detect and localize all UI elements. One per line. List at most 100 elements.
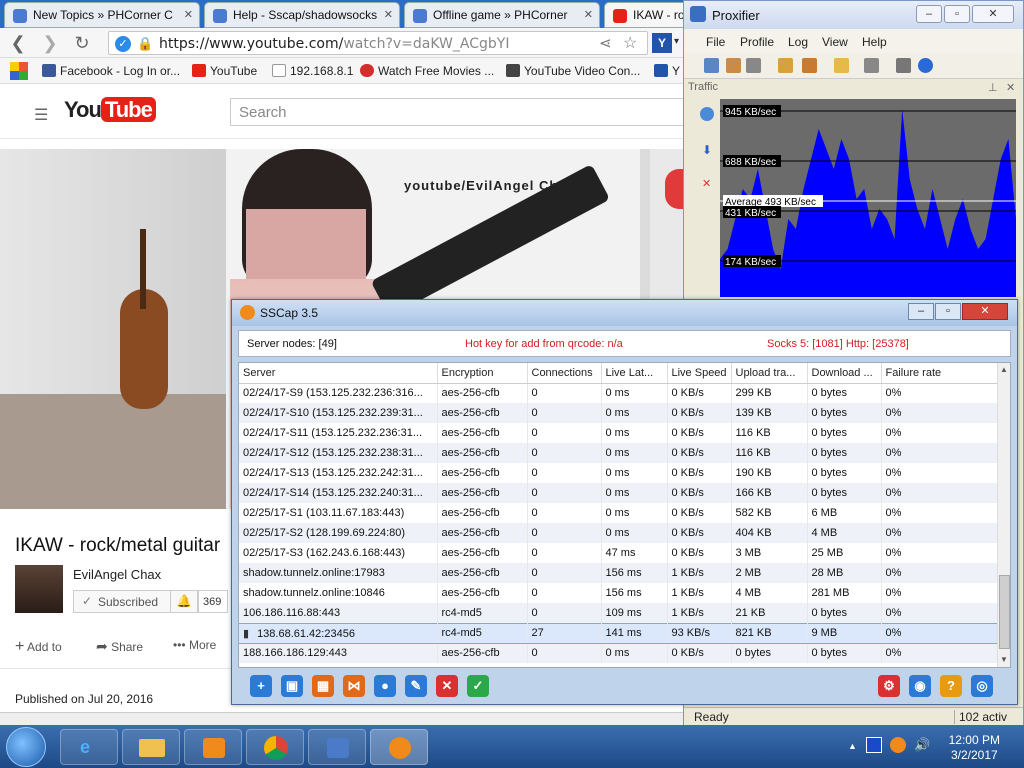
share-button[interactable]: ➦ Share (96, 638, 143, 655)
sscap-tray-icon[interactable] (890, 737, 906, 753)
server-row[interactable]: ▮ 138.68.61.42:23456 rc4-md5 27 141 ms 93 KB/… (239, 622, 998, 644)
check-icon[interactable]: ✓ (467, 675, 489, 697)
settings-icon[interactable] (864, 58, 879, 73)
extension-dropdown-icon[interactable]: ▾ (674, 36, 679, 47)
grid-icon[interactable]: ▦ (312, 675, 334, 697)
menu-help[interactable]: Help (862, 35, 887, 49)
yahoo-extension-icon[interactable]: Y (652, 33, 672, 53)
connections-icon[interactable] (704, 58, 719, 73)
column-header[interactable]: Upload tra... (731, 363, 808, 384)
volume-icon[interactable]: 🔊 (914, 737, 930, 753)
scroll-up-icon[interactable]: ▲ (1000, 365, 1008, 374)
pin-icon[interactable]: ⊥ (988, 81, 998, 94)
taskbar-chrome[interactable] (246, 729, 304, 765)
server-row[interactable]: 02/24/17-S12 (153.125.232.238:31... aes-2… (239, 443, 998, 463)
sscap-titlebar[interactable]: SSCap 3.5 (232, 300, 1017, 326)
taskbar-sscap[interactable] (370, 729, 428, 765)
column-header[interactable]: Server (239, 363, 438, 384)
bookmark-router[interactable]: 192.168.8.1 (272, 64, 353, 78)
close-panel-icon[interactable]: ✕ (1006, 81, 1015, 94)
server-row[interactable]: 02/24/17-S11 (153.125.232.236:31... aes-2… (239, 423, 998, 443)
vertical-scrollbar[interactable]: ▲ ▼ (997, 363, 1010, 667)
taskbar-internet-explorer[interactable]: e (60, 729, 118, 765)
add-to-button[interactable]: + Add to (15, 638, 62, 656)
profile-icon[interactable] (778, 58, 793, 73)
scroll-down-icon[interactable]: ▼ (1000, 655, 1008, 664)
bookmark-movies[interactable]: Watch Free Movies ... (360, 64, 494, 78)
notification-bell-icon[interactable]: 🔔 (170, 590, 198, 613)
bookmark-star-icon[interactable]: ☆ (623, 33, 637, 53)
horizontal-scrollbar[interactable] (0, 712, 690, 725)
taskbar-media-player[interactable] (184, 729, 242, 765)
reload-icon[interactable]: ↻ (70, 31, 94, 55)
scroll-thumb[interactable] (999, 575, 1010, 649)
close-tab-icon[interactable]: ✕ (584, 8, 593, 21)
settings-icon[interactable]: ⚙ (878, 675, 900, 697)
clear-icon[interactable]: ✕ (702, 177, 711, 190)
bookmark-yt-mp3[interactable]: Y (654, 64, 680, 78)
minimize-button[interactable]: – (916, 5, 942, 23)
column-header[interactable]: Failure rate (881, 363, 998, 384)
maximize-button[interactable]: ▫ (935, 303, 961, 320)
server-row[interactable]: shadow.tunnelz.online:10846 aes-256-cfb 0 1… (239, 583, 998, 603)
show-hidden-icons[interactable]: ▲ (848, 741, 857, 751)
bookmark-converter[interactable]: YouTube Video Con... (506, 64, 640, 78)
server-row[interactable]: 02/25/17-S2 (128.199.69.224:80) aes-256-c… (239, 523, 998, 543)
browser-tab[interactable]: Offline game » PHCorner ✕ (404, 2, 600, 28)
com-icon[interactable] (746, 58, 761, 73)
browser-tab-active[interactable]: IKAW - roc (604, 2, 688, 28)
download-arrow-icon[interactable]: ⬇ (702, 143, 712, 157)
bookmark-facebook[interactable]: Facebook - Log In or... (42, 64, 180, 78)
channel-name[interactable]: EvilAngel Chax (73, 567, 161, 582)
browser-tab[interactable]: New Topics » PHCorner C ✕ (4, 2, 200, 28)
more-button[interactable]: ••• More (173, 638, 216, 652)
print-icon[interactable] (896, 58, 911, 73)
lightbulb-icon[interactable]: ● (374, 675, 396, 697)
close-button[interactable]: ✕ (962, 303, 1008, 320)
globe-icon[interactable]: ◉ (909, 675, 931, 697)
start-button[interactable] (6, 727, 46, 767)
proxy-servers-icon[interactable] (834, 58, 849, 73)
network-tray-icon[interactable] (866, 737, 882, 753)
server-row[interactable]: 106.186.116.88:443 rc4-md5 0 109 ms 1 KB/s 21… (239, 603, 998, 623)
column-header[interactable]: Connections (527, 363, 602, 384)
qrcode-icon[interactable]: ▣ (281, 675, 303, 697)
add-server-icon[interactable]: + (250, 675, 272, 697)
server-row[interactable]: 188.166.186.129:443 aes-256-cfb 0 0 ms 0 KB/… (239, 643, 998, 663)
rules-icon[interactable] (802, 58, 817, 73)
taskbar-proxifier[interactable] (308, 729, 366, 765)
server-row[interactable]: 02/25/17-S3 (162.243.6.168:443) aes-256-c… (239, 543, 998, 563)
server-row[interactable]: 02/24/17-S13 (153.125.232.242:31... aes-2… (239, 463, 998, 483)
channel-avatar[interactable] (15, 565, 63, 613)
server-row[interactable]: 02/24/17-S9 (153.125.232.236:316... aes-2… (239, 383, 998, 403)
apps-grid-icon[interactable] (10, 62, 28, 80)
bookmark-youtube[interactable]: YouTube (192, 64, 257, 78)
system-clock[interactable]: 12:00 PM 3/2/2017 (949, 733, 1000, 763)
browser-tab[interactable]: Help - Sscap/shadowsocks ✕ (204, 2, 400, 28)
clock-icon[interactable] (700, 107, 714, 121)
youtube-logo[interactable]: You Tube (64, 97, 156, 127)
close-tab-icon[interactable]: ✕ (384, 8, 393, 21)
minimize-button[interactable]: – (908, 303, 934, 320)
close-button[interactable]: ✕ (972, 5, 1014, 23)
column-header[interactable]: Live Speed (667, 363, 732, 384)
server-row[interactable]: 02/24/17-S14 (153.125.232.240:31... aes-2… (239, 483, 998, 503)
back-arrow-icon[interactable]: ❮ (6, 31, 30, 55)
menu-file[interactable]: File (706, 35, 725, 49)
edit-icon[interactable]: ✎ (405, 675, 427, 697)
search-input[interactable]: Search (230, 98, 690, 126)
column-header[interactable]: Encryption (437, 363, 528, 384)
server-row[interactable]: 02/24/17-S10 (153.125.232.239:31... aes-2… (239, 403, 998, 423)
taskbar-explorer[interactable] (122, 729, 180, 765)
column-header[interactable]: Live Lat... (601, 363, 668, 384)
menu-view[interactable]: View (822, 35, 848, 49)
server-row[interactable]: 02/25/17-S1 (103.11.67.183:443) aes-256-c… (239, 503, 998, 523)
share-icon[interactable]: ⋈ (343, 675, 365, 697)
address-bar[interactable]: ✓ 🔒 https://www.youtube.com/watch?v=daKW… (108, 31, 648, 55)
share-icon[interactable]: ⋖ (599, 34, 612, 52)
menu-profile[interactable]: Profile (740, 35, 774, 49)
hamburger-menu-icon[interactable]: ☰ (34, 105, 48, 125)
help-icon[interactable]: ? (940, 675, 962, 697)
delete-icon[interactable]: ✕ (436, 675, 458, 697)
close-tab-icon[interactable]: ✕ (184, 8, 193, 21)
